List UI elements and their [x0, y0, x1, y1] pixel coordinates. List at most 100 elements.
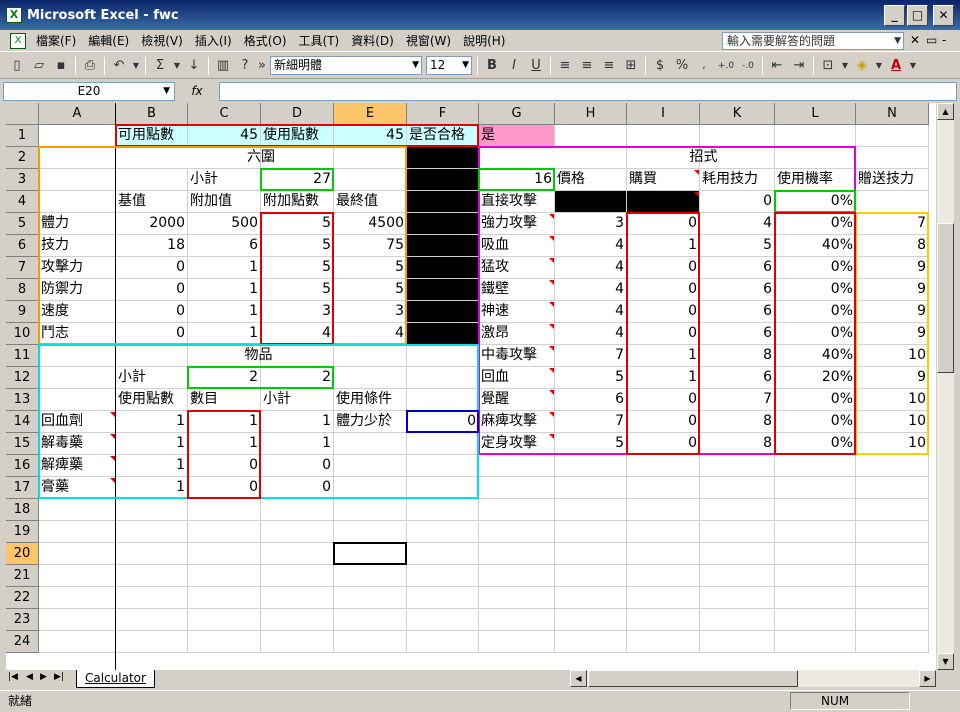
cell-c8[interactable]: 1 [188, 279, 261, 301]
cell-c5[interactable]: 500 [188, 213, 261, 235]
merge-center-icon[interactable]: ⊞ [620, 55, 642, 77]
cell-k20[interactable] [700, 543, 775, 565]
cell-g4[interactable]: 直接攻擊 [479, 191, 555, 213]
cell-d17[interactable]: 0 [261, 477, 334, 499]
cell-g12[interactable]: 回血 [479, 367, 555, 389]
cell-k11[interactable]: 8 [700, 345, 775, 367]
borders-icon[interactable]: ⊡ [817, 55, 839, 77]
formula-input[interactable] [219, 81, 957, 101]
cell-a7[interactable]: 攻擊力 [39, 257, 116, 279]
cell-g19[interactable] [479, 521, 555, 543]
cell-h21[interactable] [555, 565, 627, 587]
cell-g5[interactable]: 強力攻擊 [479, 213, 555, 235]
vertical-scroll-thumb[interactable] [937, 223, 954, 373]
cell-n19[interactable] [856, 521, 929, 543]
cell-i15[interactable]: 0 [627, 433, 700, 455]
cell-c13[interactable]: 數目 [188, 389, 261, 411]
row-header[interactable]: 8 [6, 279, 39, 301]
cell-n4[interactable] [856, 191, 929, 213]
fill-color-icon[interactable]: ◈ [851, 55, 873, 77]
cell-k12[interactable]: 6 [700, 367, 775, 389]
cell-h19[interactable] [555, 521, 627, 543]
cell-l21[interactable] [775, 565, 856, 587]
chart-icon[interactable]: ▥ [212, 55, 234, 77]
cell-k23[interactable] [700, 609, 775, 631]
cell-i9[interactable]: 0 [627, 301, 700, 323]
cell-d9[interactable]: 3 [261, 301, 334, 323]
cell-e23[interactable] [334, 609, 407, 631]
cell-a8[interactable]: 防禦力 [39, 279, 116, 301]
cell-c1[interactable]: 45 [188, 125, 261, 147]
column-header[interactable]: K [700, 103, 775, 125]
cell-g2[interactable]: 招式 [479, 147, 929, 169]
cell-a15[interactable]: 解毒藥 [39, 433, 116, 455]
cell-a17[interactable]: 膏藥 [39, 477, 116, 499]
cell-i19[interactable] [627, 521, 700, 543]
cell-d6[interactable]: 5 [261, 235, 334, 257]
row-header[interactable]: 14 [6, 411, 39, 433]
font-color-icon[interactable]: A [885, 55, 907, 77]
chevron-down-icon[interactable]: ▼ [462, 57, 469, 74]
cell-c15[interactable]: 1 [188, 433, 261, 455]
cell-a22[interactable] [39, 587, 116, 609]
cell-i23[interactable] [627, 609, 700, 631]
menu-view[interactable]: 檢視(V) [135, 31, 189, 51]
column-header[interactable]: G [479, 103, 555, 125]
cell-n21[interactable] [856, 565, 929, 587]
column-header[interactable]: N [856, 103, 929, 125]
cell-f5[interactable] [407, 213, 479, 235]
cell-h15[interactable]: 5 [555, 433, 627, 455]
cell-f18[interactable] [407, 499, 479, 521]
cell-k21[interactable] [700, 565, 775, 587]
comment-indicator-icon[interactable] [549, 368, 554, 373]
cell-d15[interactable]: 1 [261, 433, 334, 455]
cell-n11[interactable]: 10 [856, 345, 929, 367]
cell-g6[interactable]: 吸血 [479, 235, 555, 257]
cell-e15[interactable] [334, 433, 407, 455]
cell-g21[interactable] [479, 565, 555, 587]
row-header[interactable]: 17 [6, 477, 39, 499]
cell-a13[interactable] [39, 389, 116, 411]
column-header[interactable]: D [261, 103, 334, 125]
cell-n10[interactable]: 9 [856, 323, 929, 345]
more-buttons-icon[interactable]: » [256, 55, 268, 77]
cell-n9[interactable]: 9 [856, 301, 929, 323]
cell-l1[interactable] [775, 125, 856, 147]
cell-e16[interactable] [334, 455, 407, 477]
cell-c7[interactable]: 1 [188, 257, 261, 279]
cell-a18[interactable] [39, 499, 116, 521]
undo-dropdown-icon[interactable]: ▼ [130, 55, 142, 77]
cell-c20[interactable] [188, 543, 261, 565]
comment-indicator-icon[interactable] [549, 214, 554, 219]
row-header[interactable]: 15 [6, 433, 39, 455]
cell-h20[interactable] [555, 543, 627, 565]
insert-function-icon[interactable]: fx [175, 84, 219, 98]
cell-d22[interactable] [261, 587, 334, 609]
row-header[interactable]: 23 [6, 609, 39, 631]
cell-k22[interactable] [700, 587, 775, 609]
cell-n3[interactable]: 贈送技力 [856, 169, 929, 191]
last-sheet-icon[interactable]: ▶| [54, 672, 64, 682]
column-header[interactable]: F [407, 103, 479, 125]
cell-l16[interactable] [775, 455, 856, 477]
autosum-dropdown-icon[interactable]: ▼ [171, 55, 183, 77]
cell-e4[interactable]: 最終值 [334, 191, 407, 213]
cell-i14[interactable]: 0 [627, 411, 700, 433]
cell-i4[interactable] [627, 191, 700, 213]
cell-a14[interactable]: 回血劑 [39, 411, 116, 433]
cell-l13[interactable]: 0% [775, 389, 856, 411]
cell-f14[interactable]: 0 [407, 411, 479, 433]
cell-d19[interactable] [261, 521, 334, 543]
select-all-corner[interactable] [6, 103, 39, 125]
cell-g10[interactable]: 激昂 [479, 323, 555, 345]
cell-a24[interactable] [39, 631, 116, 653]
bold-icon[interactable]: B [481, 55, 503, 77]
cell-b21[interactable] [116, 565, 188, 587]
cell-i22[interactable] [627, 587, 700, 609]
cell-b2[interactable]: 六圍 [116, 147, 407, 169]
cell-i7[interactable]: 0 [627, 257, 700, 279]
comment-indicator-icon[interactable] [549, 302, 554, 307]
cell-h6[interactable]: 4 [555, 235, 627, 257]
cell-g23[interactable] [479, 609, 555, 631]
cell-f15[interactable] [407, 433, 479, 455]
